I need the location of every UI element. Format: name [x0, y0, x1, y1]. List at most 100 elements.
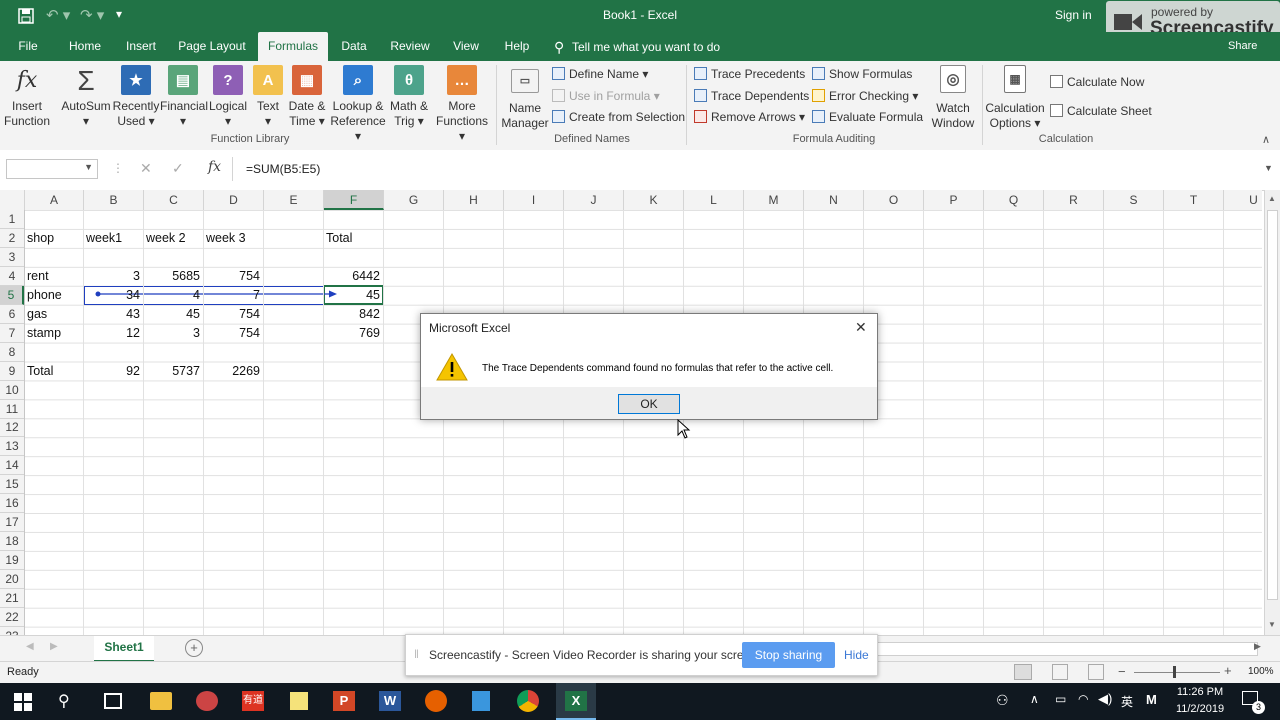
- formula-input[interactable]: =SUM(B5:E5): [232, 157, 1263, 181]
- column-header-d[interactable]: D: [204, 190, 264, 210]
- row-header-19[interactable]: 19: [0, 551, 24, 571]
- column-header-k[interactable]: K: [624, 190, 684, 210]
- battery-icon[interactable]: ▭: [1055, 692, 1066, 706]
- clock-date[interactable]: 11/2/2019: [1172, 703, 1228, 715]
- column-header-f[interactable]: F: [324, 190, 384, 210]
- cell-b6[interactable]: 43: [86, 305, 140, 324]
- cell-f5[interactable]: 45: [326, 286, 380, 305]
- tab-help[interactable]: Help: [498, 32, 536, 61]
- search-icon[interactable]: ⚲: [58, 691, 70, 711]
- text-button[interactable]: A Text ▾: [252, 65, 284, 129]
- firefox-icon[interactable]: [425, 690, 447, 712]
- people-icon[interactable]: ⚇: [996, 692, 1009, 709]
- page-layout-view-icon[interactable]: [1052, 664, 1068, 680]
- cell-f7[interactable]: 769: [326, 324, 380, 343]
- name-box-dropdown-icon[interactable]: ▼: [84, 162, 93, 172]
- row-header-12[interactable]: 12: [0, 418, 24, 438]
- column-header-h[interactable]: H: [444, 190, 504, 210]
- cell-a4[interactable]: rent: [27, 267, 80, 286]
- task-view-icon[interactable]: [104, 693, 122, 709]
- cell-c2[interactable]: week 2: [146, 229, 200, 248]
- zoom-in-icon[interactable]: +: [1224, 663, 1232, 678]
- column-header-q[interactable]: Q: [984, 190, 1044, 210]
- more-functions-button[interactable]: … More Functions ▾: [432, 65, 492, 144]
- ime-mode-icon[interactable]: M: [1146, 692, 1157, 707]
- photos-icon[interactable]: [472, 691, 490, 711]
- cell-b5[interactable]: 34: [86, 286, 140, 305]
- row-header-23[interactable]: 23: [0, 627, 24, 635]
- add-sheet-icon[interactable]: +: [185, 639, 203, 657]
- column-header-l[interactable]: L: [684, 190, 744, 210]
- cell-c7[interactable]: 3: [146, 324, 200, 343]
- cell-c4[interactable]: 5685: [146, 267, 200, 286]
- remove-arrows-button[interactable]: Remove Arrows ▾: [694, 107, 805, 127]
- tab-file[interactable]: File: [8, 32, 48, 61]
- save-icon[interactable]: [18, 8, 34, 24]
- close-icon[interactable]: ✕: [855, 319, 867, 336]
- column-header-n[interactable]: N: [804, 190, 864, 210]
- cell-d4[interactable]: 754: [206, 267, 260, 286]
- zoom-out-icon[interactable]: −: [1118, 664, 1126, 679]
- column-header-i[interactable]: I: [504, 190, 564, 210]
- lookup-reference-button[interactable]: ⌕ Lookup & Reference ▾: [328, 65, 388, 144]
- redo-icon[interactable]: ↷ ▾: [80, 6, 104, 24]
- math-trig-button[interactable]: θ Math & Trig ▾: [388, 65, 430, 129]
- column-header-g[interactable]: G: [384, 190, 444, 210]
- column-header-b[interactable]: B: [84, 190, 144, 210]
- column-header-a[interactable]: A: [25, 190, 84, 210]
- column-header-o[interactable]: O: [864, 190, 924, 210]
- logical-button[interactable]: ? Logical ▾: [208, 65, 248, 129]
- worksheet-grid[interactable]: shop week1 week 2 week 3 Total rent 3 5685 754 64…: [25, 210, 1262, 635]
- cell-f6[interactable]: 842: [326, 305, 380, 324]
- name-manager-button[interactable]: ▭ Name Manager: [500, 65, 550, 131]
- error-checking-button[interactable]: Error Checking ▾: [812, 86, 918, 106]
- row-header-16[interactable]: 16: [0, 494, 24, 514]
- column-header-m[interactable]: M: [744, 190, 804, 210]
- date-time-button[interactable]: ▦ Date & Time ▾: [286, 65, 328, 129]
- row-header-17[interactable]: 17: [0, 513, 24, 533]
- row-header-9[interactable]: 9: [0, 362, 24, 381]
- row-header-2[interactable]: 2: [0, 229, 24, 248]
- create-from-selection-button[interactable]: Create from Selection: [552, 107, 685, 127]
- row-header-3[interactable]: 3: [0, 248, 24, 267]
- autosum-button[interactable]: Σ AutoSum ▾: [60, 65, 112, 129]
- watch-window-button[interactable]: ◎ Watch Window: [928, 65, 978, 131]
- cell-d6[interactable]: 754: [206, 305, 260, 324]
- row-header-4[interactable]: 4: [0, 267, 24, 286]
- row-header-1[interactable]: 1: [0, 210, 24, 229]
- cell-d5[interactable]: 7: [206, 286, 260, 305]
- row-header-18[interactable]: 18: [0, 532, 24, 552]
- word-icon[interactable]: W: [379, 691, 401, 711]
- column-header-j[interactable]: J: [564, 190, 624, 210]
- cell-d7[interactable]: 754: [206, 324, 260, 343]
- powerpoint-icon[interactable]: P: [333, 691, 355, 711]
- column-header-c[interactable]: C: [144, 190, 204, 210]
- cell-b4[interactable]: 3: [86, 267, 140, 286]
- select-all-corner[interactable]: [0, 190, 25, 210]
- row-header-15[interactable]: 15: [0, 475, 24, 495]
- cell-a7[interactable]: stamp: [27, 324, 80, 343]
- show-formulas-button[interactable]: Show Formulas: [812, 64, 912, 84]
- row-header-13[interactable]: 13: [0, 437, 24, 457]
- cell-d2[interactable]: week 3: [206, 229, 260, 248]
- scroll-up-icon[interactable]: ▲: [1268, 194, 1276, 203]
- calculate-sheet-button[interactable]: Calculate Sheet: [1050, 101, 1152, 121]
- cell-a5[interactable]: phone: [27, 286, 80, 305]
- define-name-button[interactable]: Define Name ▾: [552, 64, 648, 84]
- ime-indicator[interactable]: 英: [1121, 693, 1133, 710]
- trace-precedents-button[interactable]: Trace Precedents: [694, 64, 805, 84]
- row-header-14[interactable]: 14: [0, 456, 24, 476]
- cell-a6[interactable]: gas: [27, 305, 80, 324]
- row-header-8[interactable]: 8: [0, 343, 24, 362]
- tell-me-search[interactable]: Tell me what you want to do: [572, 40, 720, 54]
- cell-b9[interactable]: 92: [86, 362, 140, 381]
- youdao-icon[interactable]: 有道: [242, 691, 264, 711]
- column-header-e[interactable]: E: [264, 190, 324, 210]
- recently-used-button[interactable]: ★ Recently Used ▾: [112, 65, 160, 129]
- cancel-icon[interactable]: ✕: [140, 160, 152, 177]
- tab-insert[interactable]: Insert: [118, 32, 164, 61]
- cell-d9[interactable]: 2269: [206, 362, 260, 381]
- zoom-slider[interactable]: [1134, 672, 1220, 673]
- cell-a9[interactable]: Total: [27, 362, 80, 381]
- vertical-scrollbar[interactable]: ▲ ▼: [1264, 190, 1280, 635]
